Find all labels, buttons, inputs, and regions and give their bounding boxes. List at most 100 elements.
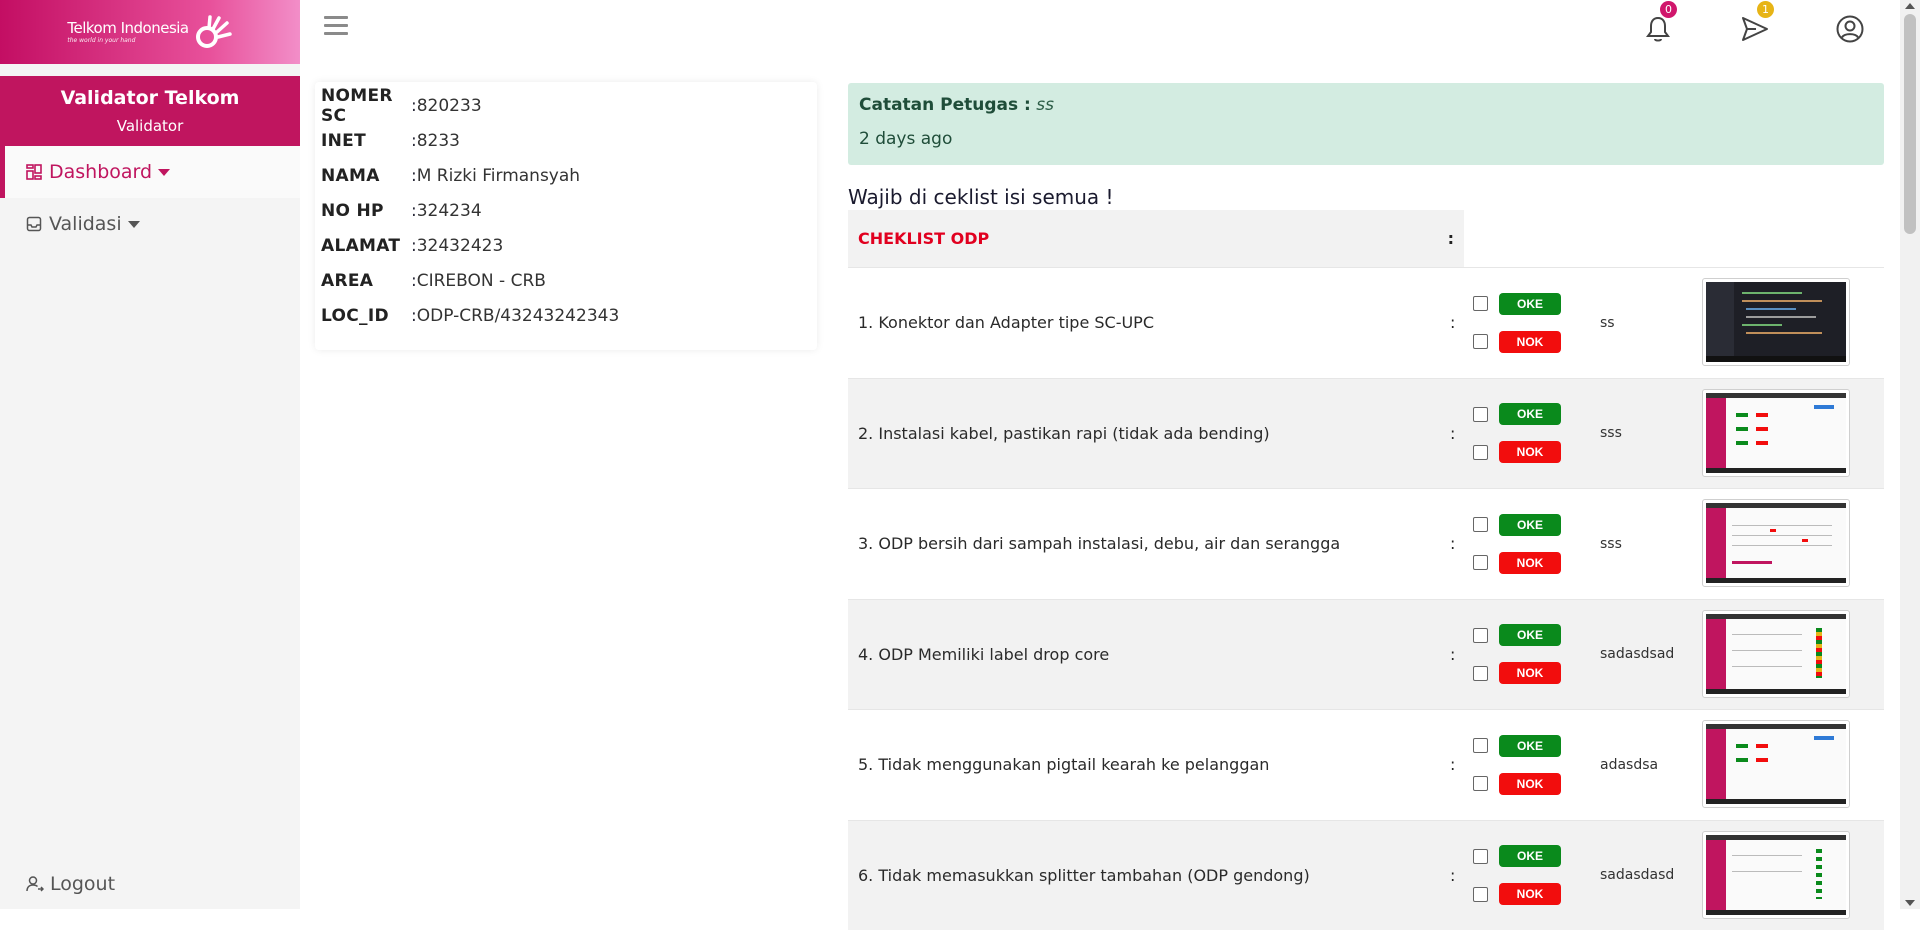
sidebar-item-dashboard[interactable]: Dashboard [0, 146, 300, 198]
info-value: 324234 [417, 201, 482, 221]
checklist-item-note: ss [1600, 315, 1615, 331]
user-logout-icon [26, 875, 44, 893]
note-text-line: Catatan Petugas : ss [859, 95, 1873, 115]
note-text: ss [1036, 95, 1054, 115]
ok-button[interactable]: OKE [1499, 624, 1561, 646]
info-row-no-hp: NO HP:324234 [321, 193, 811, 228]
user-role: Validator [0, 117, 300, 135]
evidence-thumbnail[interactable] [1702, 831, 1850, 919]
officer-note: Catatan Petugas : ss 2 days ago [848, 83, 1884, 165]
ok-button[interactable]: OKE [1499, 735, 1561, 757]
info-label: ALAMAT [321, 236, 411, 256]
user-panel: Validator Telkom Validator [0, 76, 300, 146]
evidence-thumbnail[interactable] [1702, 610, 1850, 698]
info-label: NOMER SC [321, 86, 411, 126]
nok-checkbox[interactable] [1473, 666, 1488, 681]
info-row-alamat: ALAMAT:32432423 [321, 228, 811, 263]
dashboard-icon [26, 164, 42, 180]
checklist-item-label: 6. Tidak memasukkan splitter tambahan (O… [848, 866, 1452, 885]
checklist-warning: Wajib di ceklist isi semua ! [848, 185, 1114, 209]
messages-button[interactable]: 1 [1740, 14, 1770, 44]
nok-checkbox[interactable] [1473, 887, 1488, 902]
sidebar-item-label: Dashboard [49, 161, 152, 183]
note-label: Catatan Petugas : [859, 95, 1031, 115]
scroll-thumb[interactable] [1904, 14, 1916, 234]
row-colon: : [1450, 645, 1455, 664]
ok-button[interactable]: OKE [1499, 514, 1561, 536]
checklist-title: CHEKLIST ODP [858, 229, 989, 248]
nok-button[interactable]: NOK [1499, 552, 1561, 574]
send-icon [1740, 14, 1770, 44]
ok-checkbox[interactable] [1473, 738, 1488, 753]
customer-info-card: NOMER SC:820233 INET:8233 NAMA:M Rizki F… [315, 82, 817, 350]
info-row-area: AREA:CIREBON - CRB [321, 263, 811, 298]
checklist-item-note: adasdsa [1600, 757, 1658, 773]
nok-checkbox[interactable] [1473, 334, 1488, 349]
info-value: M Rizki Firmansyah [417, 166, 580, 186]
profile-button[interactable] [1835, 14, 1865, 44]
evidence-thumbnail[interactable] [1702, 720, 1850, 808]
checklist-row: 4. ODP Memiliki label drop core : OKE NO… [848, 599, 1884, 710]
ok-button[interactable]: OKE [1499, 845, 1561, 867]
ok-checkbox[interactable] [1473, 407, 1488, 422]
ok-checkbox[interactable] [1473, 517, 1488, 532]
user-circle-icon [1835, 14, 1865, 44]
info-row-loc-id: LOC_ID:ODP-CRB/43243242343 [321, 298, 811, 333]
row-colon: : [1450, 424, 1455, 443]
evidence-thumbnail[interactable] [1702, 278, 1850, 366]
nok-button[interactable]: NOK [1499, 773, 1561, 795]
ok-checkbox[interactable] [1473, 628, 1488, 643]
notification-button[interactable]: 0 [1643, 14, 1673, 44]
checklist-item-note: sadasdasd [1600, 867, 1674, 883]
nok-button[interactable]: NOK [1499, 883, 1561, 905]
ok-button[interactable]: OKE [1499, 293, 1561, 315]
row-colon: : [1450, 313, 1455, 332]
header-colon: : [1448, 229, 1454, 248]
info-label: NAMA [321, 166, 411, 186]
checklist-item-note: sss [1600, 425, 1622, 441]
note-time: 2 days ago [859, 129, 1873, 149]
info-label: LOC_ID [321, 306, 411, 326]
topbar: 0 1 [300, 0, 1900, 60]
checklist-item-label: 5. Tidak menggunakan pigtail kearah ke p… [848, 755, 1452, 774]
info-value: CIREBON - CRB [417, 271, 546, 291]
ok-button[interactable]: OKE [1499, 403, 1561, 425]
evidence-thumbnail[interactable] [1702, 389, 1850, 477]
logout-link[interactable]: Logout [26, 873, 115, 895]
checklist-row: 6. Tidak memasukkan splitter tambahan (O… [848, 820, 1884, 930]
telkom-logo[interactable]: Telkom Indonesia the world in your hand [67, 15, 232, 49]
logo-name: Telkom Indonesia [67, 21, 188, 36]
sidebar-item-label: Validasi [49, 213, 122, 235]
info-value: ODP-CRB/43243242343 [417, 306, 620, 326]
nok-checkbox[interactable] [1473, 445, 1488, 460]
info-label: AREA [321, 271, 411, 291]
row-colon: : [1450, 866, 1455, 885]
checklist-header: CHEKLIST ODP : [848, 210, 1884, 267]
checklist-row: 2. Instalasi kabel, pastikan rapi (tidak… [848, 378, 1884, 489]
chevron-down-icon [128, 221, 140, 228]
page-scrollbar[interactable] [1900, 0, 1920, 909]
logo-tagline: the world in your hand [67, 38, 188, 44]
scroll-up-icon[interactable] [1905, 3, 1915, 9]
info-label: INET [321, 131, 411, 151]
nok-checkbox[interactable] [1473, 555, 1488, 570]
info-row-nomer-sc: NOMER SC:820233 [321, 88, 811, 123]
ok-checkbox[interactable] [1473, 296, 1488, 311]
ok-checkbox[interactable] [1473, 849, 1488, 864]
evidence-thumbnail[interactable] [1702, 499, 1850, 587]
nok-checkbox[interactable] [1473, 776, 1488, 791]
telkom-hand-icon [193, 15, 233, 49]
nok-button[interactable]: NOK [1499, 662, 1561, 684]
checklist-item-label: 3. ODP bersih dari sampah instalasi, deb… [848, 534, 1452, 553]
info-label: NO HP [321, 201, 411, 221]
menu-toggle-icon[interactable] [324, 16, 348, 38]
logout-label: Logout [50, 873, 115, 895]
messages-badge: 1 [1757, 1, 1774, 18]
sidebar-item-validasi[interactable]: Validasi [0, 198, 300, 250]
scroll-down-icon[interactable] [1905, 900, 1915, 906]
nok-button[interactable]: NOK [1499, 441, 1561, 463]
nok-button[interactable]: NOK [1499, 331, 1561, 353]
user-name: Validator Telkom [0, 87, 300, 109]
checklist-row: 5. Tidak menggunakan pigtail kearah ke p… [848, 709, 1884, 820]
notification-badge: 0 [1660, 1, 1677, 18]
